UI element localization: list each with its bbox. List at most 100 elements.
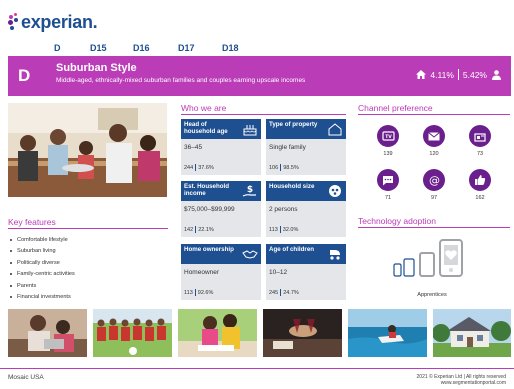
card-pct: 32.0%: [282, 226, 299, 233]
email-icon: [428, 131, 440, 140]
card-stats: 113 32.0%: [266, 226, 301, 233]
channel-preference-rule: [358, 114, 510, 115]
nav-item-d16[interactable]: D16: [133, 43, 150, 53]
list-item: Suburban living: [10, 246, 75, 258]
channel-value: 73: [476, 151, 484, 157]
channel-email: 120: [419, 125, 449, 157]
card-index: 113: [269, 226, 278, 233]
banner-stats: 4.11% 5.42%: [416, 69, 501, 80]
technology-adoption-rule: [358, 227, 510, 228]
stroller-icon: [330, 250, 340, 260]
segment-nav: D D15 D16 D17 D18: [0, 43, 514, 55]
card-pct: 98.5%: [283, 164, 299, 171]
list-item: Comfortable lifestyle: [10, 234, 75, 246]
channel-value: 139: [383, 151, 393, 157]
card-value: 10–12: [269, 269, 288, 276]
population-percentage: 5.42%: [462, 69, 487, 80]
card-value: Single family: [269, 144, 306, 151]
family-kitchen-photo: [8, 103, 167, 197]
card-head-of-household-age: Head of household age 36–45 244 37.6%: [181, 119, 261, 175]
nav-item-d17[interactable]: D17: [178, 43, 195, 53]
card-index: 244: [184, 164, 194, 171]
card-household-income: Est. Household income $ $75,000–$99,999 …: [181, 181, 261, 237]
house-icon: [328, 123, 342, 136]
who-we-are-title: Who we are: [181, 103, 227, 113]
card-label: Age of children: [269, 246, 315, 253]
list-item: Financial investments: [10, 292, 75, 304]
card-index: 142: [184, 226, 194, 233]
key-features-title: Key features: [8, 217, 56, 227]
card-age-of-children: Age of children 10–12 245 24.7%: [266, 244, 346, 300]
photo-couple-celebrating: [178, 309, 257, 357]
channel-online: @ 97: [419, 169, 449, 201]
card-index: 245: [269, 289, 279, 296]
technology-adoption-label: Apprentices: [417, 292, 447, 298]
card-value: 36–45: [184, 144, 203, 151]
cake-icon: [243, 125, 257, 136]
card-index: 113: [184, 289, 193, 296]
channel-preference-title: Channel preference: [358, 103, 433, 113]
card-label: Head of household age: [184, 121, 228, 135]
photo-family-laptop: [8, 309, 87, 357]
nav-item-d15[interactable]: D15: [90, 43, 107, 53]
card-stats: 142 22.1%: [181, 226, 217, 233]
card-stats: 113 92.6%: [181, 289, 216, 296]
card-label: Home ownership: [184, 246, 234, 253]
house-icon: [416, 70, 427, 79]
card-pct: 22.1%: [198, 226, 214, 233]
key-features-list: Comfortable lifestyle Suburban living Po…: [10, 234, 75, 303]
card-label: Type of property: [269, 121, 318, 128]
card-household-size: Household size 2 persons 113 32.0%: [266, 181, 346, 237]
card-stats: 244 37.6%: [181, 164, 217, 171]
card-label: Household size: [269, 183, 315, 190]
list-item: Parents: [10, 280, 75, 292]
key-features-rule: [8, 228, 168, 229]
money-hand-icon: $: [242, 185, 256, 197]
social-like-icon: [475, 175, 486, 185]
list-item: Family-centric activities: [10, 269, 75, 281]
experian-logo[interactable]: experian.: [8, 10, 98, 34]
card-pct: 37.6%: [198, 164, 214, 171]
svg-text:@: @: [429, 174, 440, 187]
card-value: Homeowner: [184, 269, 220, 276]
segment-banner: D Suburban Style Middle-aged, ethnically…: [8, 56, 511, 96]
channel-mail: 73: [465, 125, 495, 157]
channel-social: 162: [465, 169, 495, 201]
channel-value: 97: [430, 195, 438, 201]
who-we-are-rule: [181, 114, 346, 115]
svg-text:TV: TV: [385, 134, 392, 140]
photo-kids-soccer: [93, 309, 172, 357]
card-type-of-property: Type of property Single family 106 98.5%: [266, 119, 346, 175]
devices-icon: [393, 239, 463, 277]
footer-product-name: Mosaic USA: [8, 374, 44, 381]
footer-copyright: 2021 © Experian Ltd | All rights reserve…: [417, 374, 506, 386]
footer-website-link[interactable]: www.segmentationportal.com: [417, 380, 506, 386]
logo-dots-icon: [8, 13, 20, 31]
channel-tv: TV 139: [373, 125, 403, 157]
card-stats: 245 24.7%: [266, 289, 302, 296]
card-pct: 24.7%: [283, 289, 299, 296]
household-percentage: 4.11%: [430, 69, 454, 80]
tv-icon: TV: [381, 130, 395, 141]
channel-value: 120: [429, 151, 439, 157]
handshake-icon: [242, 250, 258, 259]
logo-text: experian.: [21, 11, 98, 32]
card-index: 106: [269, 164, 279, 171]
svg-text:$: $: [247, 185, 253, 195]
technology-adoption-title: Technology adoption: [358, 216, 436, 226]
banner-subtitle: Middle-aged, ethnically-mixed suburban f…: [56, 77, 306, 84]
card-pct: 92.6%: [197, 289, 214, 296]
at-sign-icon: @: [429, 174, 440, 187]
nav-item-d18[interactable]: D18: [222, 43, 239, 53]
list-item: Politically diverse: [10, 257, 75, 269]
banner-letter: D: [18, 66, 31, 85]
people-circle-icon: [329, 185, 341, 197]
nav-item-d[interactable]: D: [54, 43, 61, 53]
channel-value: 71: [384, 195, 392, 201]
card-label: Est. Household income: [184, 183, 230, 197]
banner-title: Suburban Style: [56, 62, 137, 74]
card-value: $75,000–$99,999: [184, 206, 235, 213]
photo-suburban-house: [433, 309, 511, 357]
card-stats: 106 98.5%: [266, 164, 302, 171]
card-home-ownership: Home ownership Homeowner 113 92.6%: [181, 244, 261, 300]
